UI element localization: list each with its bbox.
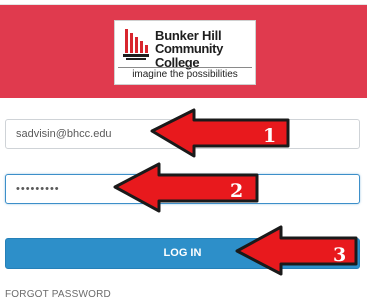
building-icon xyxy=(121,27,151,63)
annotation-number-3: 3 xyxy=(333,244,347,266)
annotation-number-1: 1 xyxy=(263,125,277,147)
college-logo: Bunker Hill Community College imagine th… xyxy=(114,20,256,85)
header-banner: Bunker Hill Community College imagine th… xyxy=(0,5,367,98)
logo-text-line2: Community College xyxy=(155,41,223,70)
annotation-number-2: 2 xyxy=(230,180,244,202)
logo-tagline: imagine the possibilities xyxy=(118,67,252,81)
forgot-password-link[interactable]: FORGOT PASSWORD xyxy=(5,289,111,300)
